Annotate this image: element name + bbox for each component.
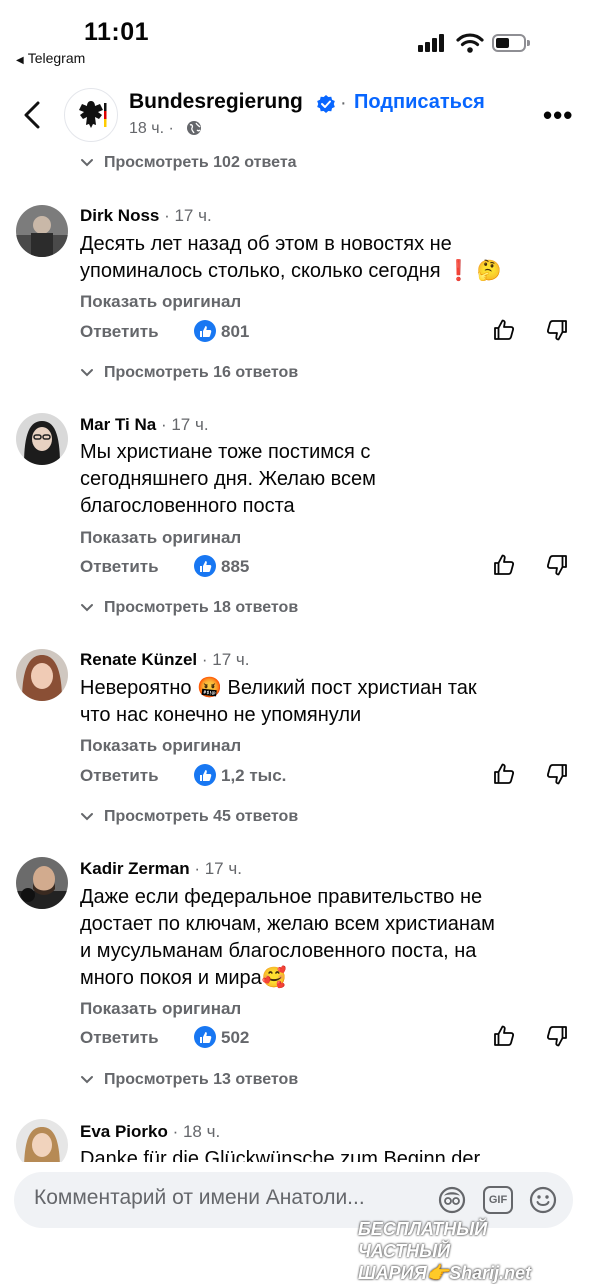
emoji-icon[interactable] (528, 1185, 558, 1215)
show-original-button[interactable]: Показать оригинал (80, 292, 241, 312)
watermark-line1: БЕСПЛАТНЫЙ ЧАСТНЫЙ (358, 1219, 488, 1261)
reply-button[interactable]: Ответить (80, 1028, 159, 1048)
back-app-label: Telegram (27, 50, 86, 66)
more-options-icon[interactable]: ••• (543, 102, 573, 128)
show-original-button[interactable]: Показать оригинал (80, 999, 241, 1019)
comment-author[interactable]: Kadir Zerman (80, 859, 190, 878)
view-replies-button[interactable]: Просмотреть 16 ответов (80, 364, 298, 382)
like-count[interactable]: 801 (221, 322, 249, 342)
back-chevron-icon[interactable] (18, 98, 48, 132)
like-badge-icon (194, 320, 216, 342)
wifi-icon (456, 33, 484, 53)
reply-button[interactable]: Ответить (80, 557, 159, 577)
thumbs-down-icon[interactable] (545, 1024, 569, 1048)
comment-text-line: Невероятно 🤬 Великий пост христиан так (80, 677, 477, 699)
thumbs-up-icon[interactable] (492, 762, 516, 786)
status-time: 11:01 (84, 18, 150, 46)
like-badge-icon (194, 764, 216, 786)
comment-text-line: упоминалось столько, сколько сегодня ❗ 🤔 (80, 260, 502, 282)
view-replies-label: Просмотреть 16 ответов (104, 364, 299, 381)
subscribe-button[interactable]: Подписаться (354, 91, 485, 114)
view-replies-button[interactable]: Просмотреть 45 ответов (80, 808, 298, 826)
comment-text-line: сегодняшнего дня. Желаю всем (80, 468, 376, 490)
post-time: 18 ч. · (129, 120, 174, 137)
like-badge-icon (194, 555, 216, 577)
page-avatar[interactable] (64, 88, 118, 142)
comment-text-line: Даже если федеральное правительство не (80, 886, 483, 908)
thumbs-down-icon[interactable] (545, 318, 569, 342)
globe-icon (187, 121, 201, 135)
comment-time: · 18 ч. (167, 1122, 221, 1141)
verified-icon (317, 95, 335, 113)
chevron-down-icon (81, 1076, 93, 1084)
comment-author-line: Mar Ti Na · 17 ч. (80, 415, 209, 435)
comment-text-line: что нас конечно не упомянули (80, 704, 362, 726)
comment-text-line: Десять лет назад об этом в новостях не (80, 233, 452, 255)
comment-text-line: и мусульманам благословенного поста, на (80, 940, 477, 962)
chevron-down-icon (81, 159, 93, 167)
comment-author-line: Eva Piorko · 18 ч. (80, 1122, 220, 1142)
comment-text-line: много покоя и мира🥰 (80, 967, 287, 989)
watermark: БЕСПЛАТНЫЙ ЧАСТНЫЙ ШАРИЯ👉Sharij.net (358, 1218, 578, 1284)
view-replies-label: Просмотреть 102 ответа (104, 154, 297, 171)
view-replies-label: Просмотреть 13 ответов (104, 1071, 299, 1088)
like-badge-icon (194, 1026, 216, 1048)
comment-author-line: Kadir Zerman · 17 ч. (80, 859, 242, 879)
comment-author[interactable]: Dirk Noss (80, 206, 159, 225)
comment-author[interactable]: Eva Piorko (80, 1122, 168, 1141)
comment-text: Невероятно 🤬 Великий пост христиан так ч… (80, 675, 477, 729)
view-replies-label: Просмотреть 18 ответов (104, 599, 299, 616)
like-count[interactable]: 502 (221, 1028, 249, 1048)
view-replies-button[interactable]: Просмотреть 102 ответа (80, 154, 297, 172)
avatar[interactable] (16, 205, 68, 257)
thumbs-down-icon[interactable] (545, 553, 569, 577)
comment-author-line: Renate Künzel · 17 ч. (80, 650, 249, 670)
show-original-button[interactable]: Показать оригинал (80, 736, 241, 756)
chevron-down-icon (81, 813, 93, 821)
comment-input[interactable]: Комментарий от имени Анатоли... (34, 1186, 424, 1210)
comment-text: Десять лет назад об этом в новостях не у… (80, 231, 501, 285)
back-to-app-link[interactable]: ◀ Telegram (16, 50, 85, 66)
like-count[interactable]: 1,2 тыс. (221, 766, 286, 786)
comment-text-line: благословенного поста (80, 495, 295, 517)
avatar[interactable] (16, 857, 68, 909)
comment-author-line: Dirk Noss · 17 ч. (80, 206, 212, 226)
comment-author[interactable]: Renate Künzel (80, 650, 197, 669)
back-triangle-icon: ◀ (16, 55, 24, 66)
comment-text: Даже если федеральное правительство не д… (80, 884, 495, 992)
gif-icon[interactable]: GIF (483, 1186, 513, 1214)
page-name[interactable]: Bundesregierung (129, 90, 303, 114)
chevron-down-icon (81, 369, 93, 377)
show-original-button[interactable]: Показать оригинал (80, 528, 241, 548)
view-replies-button[interactable]: Просмотреть 13 ответов (80, 1071, 298, 1089)
eagle-logo-icon (79, 101, 107, 128)
gif-label: GIF (488, 1194, 508, 1206)
view-replies-label: Просмотреть 45 ответов (104, 808, 299, 825)
thumbs-down-icon[interactable] (545, 762, 569, 786)
header-separator: · (340, 92, 347, 114)
comment-time: · 17 ч. (189, 859, 242, 878)
battery-icon (492, 34, 530, 52)
comment-text-line: Мы христиане тоже постимся с (80, 441, 371, 463)
thumbs-up-icon[interactable] (492, 318, 516, 342)
reply-button[interactable]: Ответить (80, 322, 159, 342)
thumbs-up-icon[interactable] (492, 1024, 516, 1048)
view-replies-button[interactable]: Просмотреть 18 ответов (80, 599, 298, 617)
comment-time: · 17 ч. (197, 650, 250, 669)
avatar-sticker-icon[interactable] (437, 1185, 467, 1215)
cellular-signal-icon (418, 34, 446, 52)
comment-time: · 17 ч. (156, 415, 209, 434)
reply-button[interactable]: Ответить (80, 766, 159, 786)
avatar[interactable] (16, 649, 68, 701)
chevron-down-icon (81, 604, 93, 612)
like-count[interactable]: 885 (221, 557, 249, 577)
avatar[interactable] (16, 413, 68, 465)
comment-text-line: достает по ключам, желаю всем христианам (80, 913, 495, 935)
comment-text: Мы христиане тоже постимся с сегодняшнег… (80, 439, 376, 520)
watermark-line2: ШАРИЯ👉Sharij.net (358, 1263, 532, 1283)
comment-time: · 17 ч. (159, 206, 212, 225)
thumbs-up-icon[interactable] (492, 553, 516, 577)
comment-author[interactable]: Mar Ti Na (80, 415, 156, 434)
